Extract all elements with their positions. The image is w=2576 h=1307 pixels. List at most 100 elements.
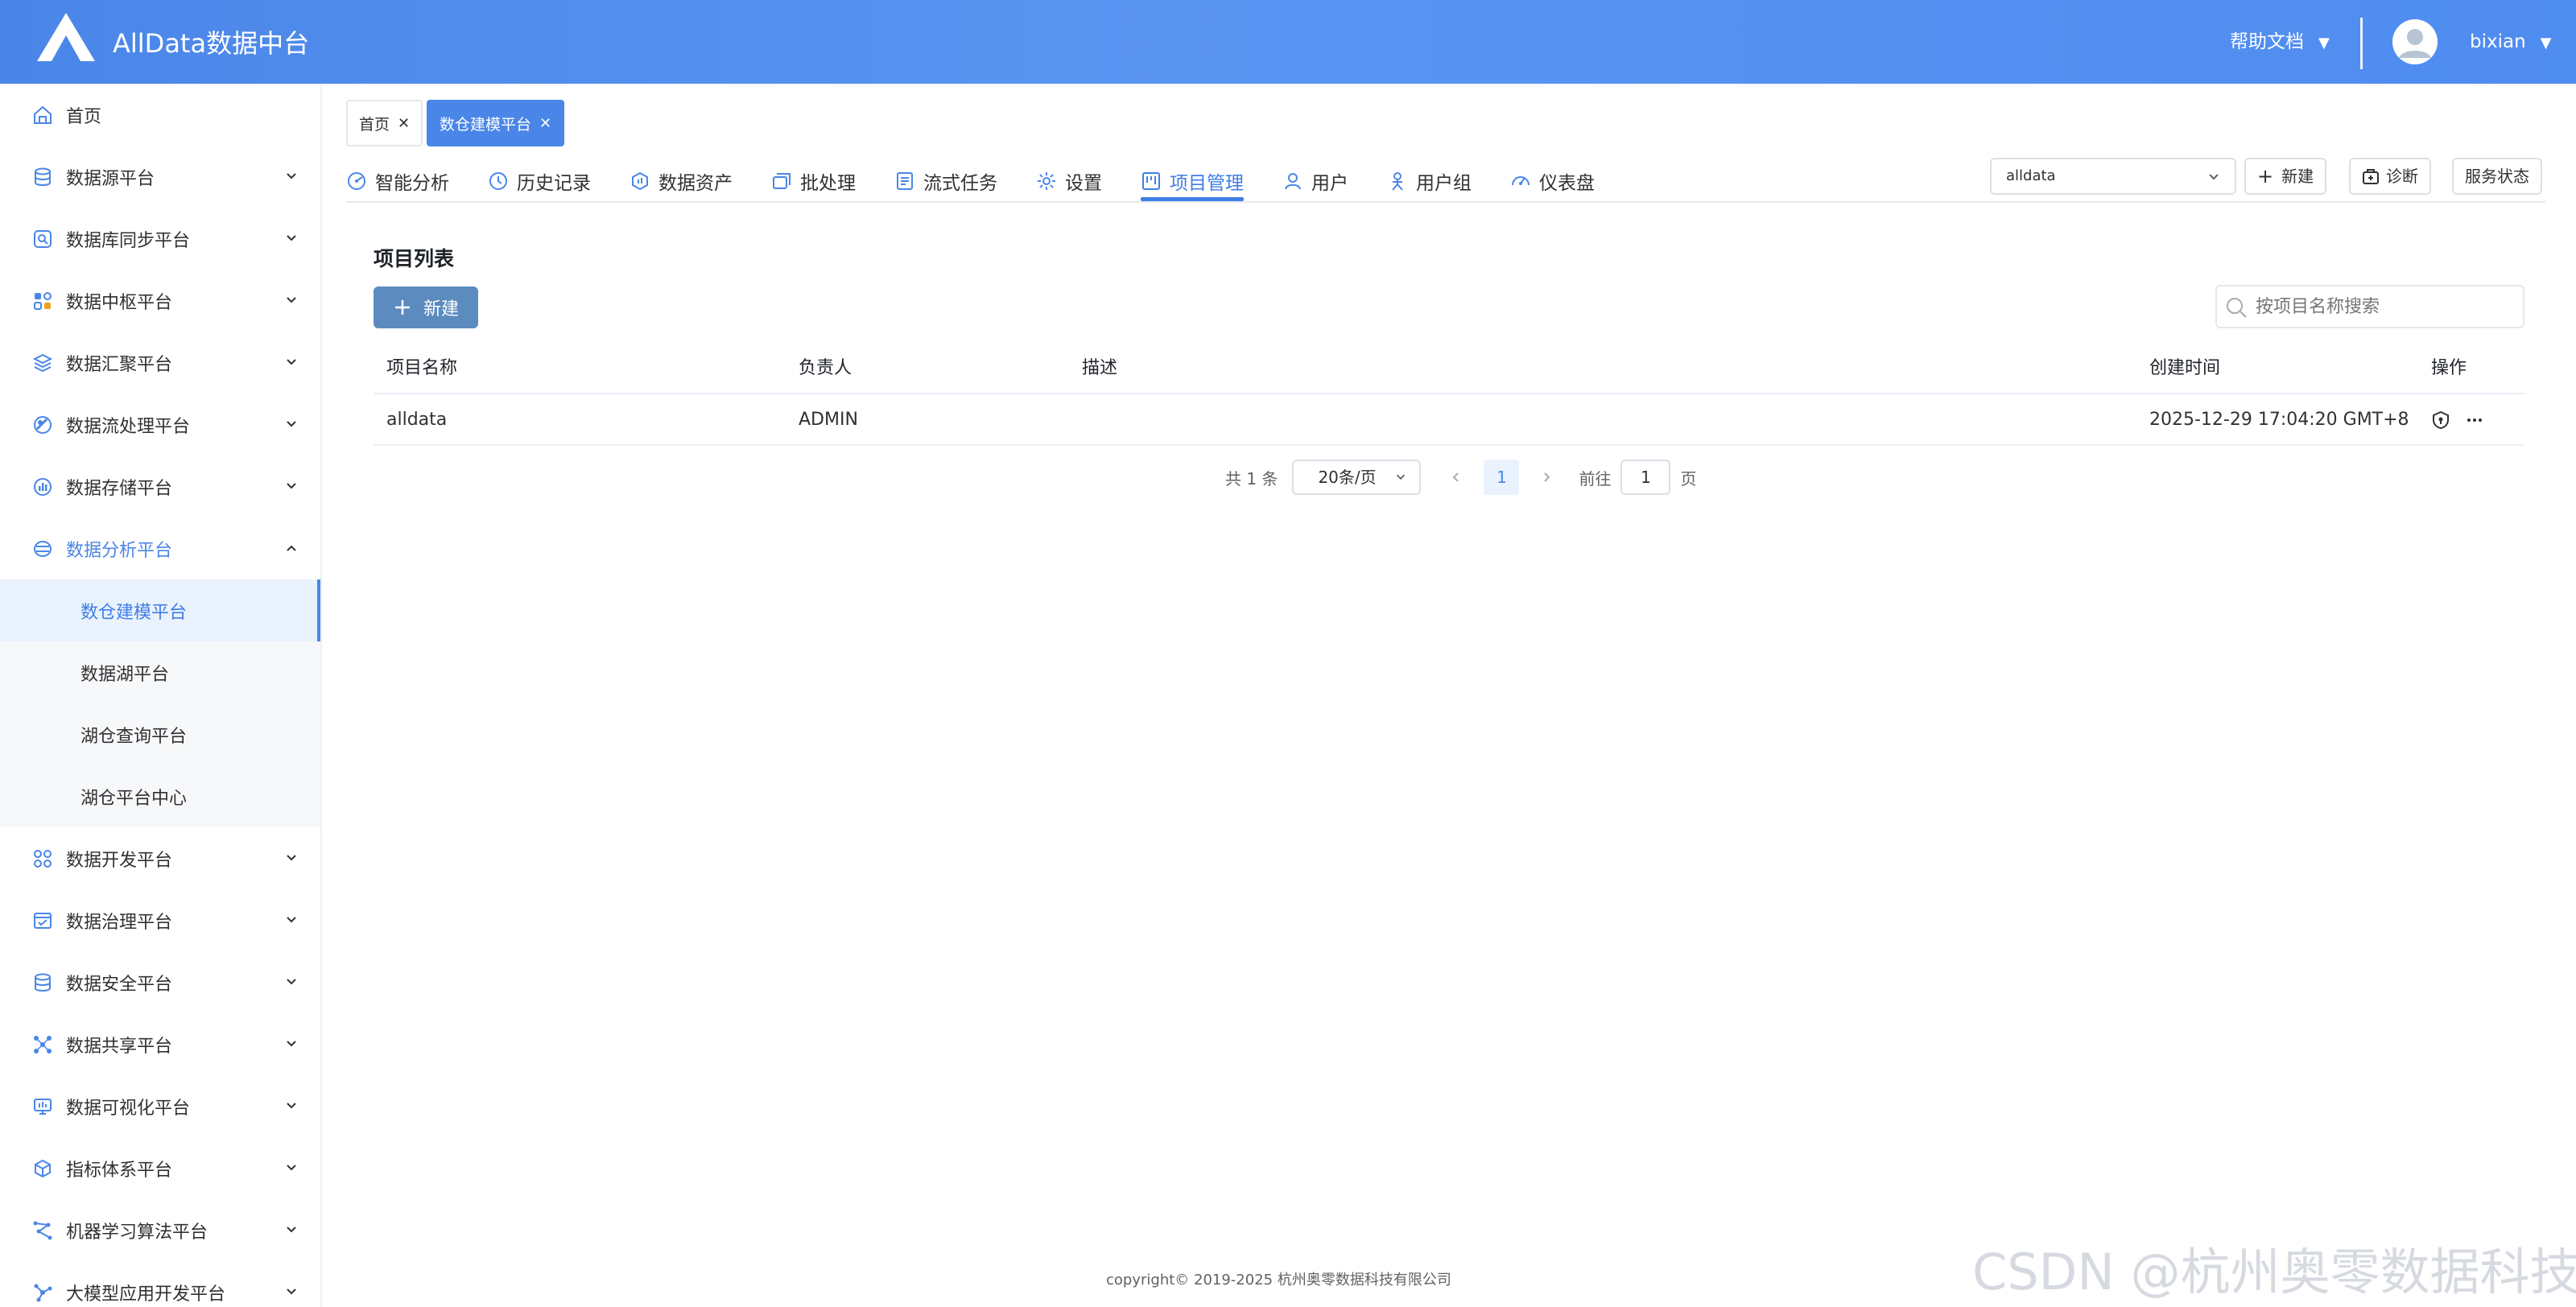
sidebar-item-stream-processing[interactable]: 数据流处理平台 <box>0 394 320 456</box>
sidebar-item-label: 数据流处理平台 <box>66 416 191 437</box>
sidebar-item-datasource[interactable]: 数据源平台 <box>0 146 320 208</box>
tag-dw-modeling[interactable]: 数仓建模平台 ✕ <box>427 100 565 146</box>
tab-project-management[interactable]: 项目管理 <box>1141 163 1244 201</box>
project-select[interactable]: alldata <box>1990 158 2236 195</box>
chevron-right-icon <box>1544 472 1550 482</box>
pagination-total: 共 1 条 <box>1225 468 1278 489</box>
tab-stream-tasks[interactable]: 流式任务 <box>894 163 997 200</box>
tab-batch[interactable]: 批处理 <box>771 163 856 200</box>
project-search-input[interactable] <box>2215 285 2524 328</box>
chevron-down-icon <box>1397 474 1406 480</box>
batch-icon <box>773 173 791 189</box>
chevron-down-icon <box>2209 174 2219 180</box>
history-icon <box>489 172 507 190</box>
sidebar-item-data-analysis[interactable]: 数据分析平台 <box>0 517 320 579</box>
user-menu[interactable]: bixian ▼ <box>2470 29 2552 56</box>
sidebar-subitem-lakehouse-center[interactable]: 湖仓平台中心 <box>0 765 320 827</box>
caret-down-icon: ▼ <box>2540 35 2552 52</box>
sidebar-item-data-visualization[interactable]: 数据可视化平台 <box>0 1075 320 1137</box>
column-header-description: 描述 <box>1082 358 1118 378</box>
sidebar-subitem-dw-modeling[interactable]: 数仓建模平台 <box>0 579 320 641</box>
page-size-select[interactable]: 20条/页 <box>1292 460 1422 495</box>
table-header: 项目名称 负责人 描述 创建时间 操作 <box>374 343 2524 394</box>
sidebar-item-label: 机器学习算法平台 <box>66 1222 208 1243</box>
sidebar-item-machine-learning[interactable]: 机器学习算法平台 <box>0 1199 320 1261</box>
user-group-icon <box>1392 172 1403 191</box>
service-status-button[interactable]: 服务状态 <box>2452 158 2542 195</box>
tab-dashboard[interactable]: 仪表盘 <box>1510 163 1595 200</box>
database-icon <box>31 165 55 189</box>
sidebar-item-label: 数据存储平台 <box>66 478 173 499</box>
security-icon <box>31 971 55 995</box>
diagnose-icon <box>2363 169 2379 184</box>
sidebar-item-data-governance[interactable]: 数据治理平台 <box>0 889 320 951</box>
dashboard-icon <box>1512 176 1530 186</box>
sidebar-item-data-dev[interactable]: 数据开发平台 <box>0 827 320 889</box>
tag-label: 首页 <box>359 115 390 134</box>
prev-page-button[interactable] <box>1440 461 1472 493</box>
page-number[interactable]: 1 <box>1484 460 1520 495</box>
cell-owner: ADMIN <box>799 410 858 430</box>
module-tabs: 智能分析 历史记录 数据资产 批处理 流式任务 设置 项目管理 用户 用户组 仪… <box>346 163 1633 201</box>
next-page-button[interactable] <box>1530 461 1563 493</box>
diagnose-button[interactable]: 诊断 <box>2349 158 2431 195</box>
goto-label: 前往 <box>1579 468 1612 489</box>
chevron-down-icon <box>287 297 296 303</box>
page-size-value: 20条/页 <box>1318 468 1377 487</box>
tab-user-groups[interactable]: 用户组 <box>1387 163 1472 200</box>
shield-icon[interactable] <box>2431 410 2450 430</box>
toolbar-new-button[interactable]: + 新建 <box>2244 158 2327 195</box>
sidebar-item-data-aggregation[interactable]: 数据汇聚平台 <box>0 332 320 394</box>
sidebar-item-llm-app-dev[interactable]: 大模型应用开发平台 <box>0 1261 320 1307</box>
avatar[interactable] <box>2392 19 2438 64</box>
close-icon[interactable]: ✕ <box>539 115 551 132</box>
tab-users[interactable]: 用户 <box>1282 163 1348 200</box>
sidebar-item-data-sharing[interactable]: 数据共享平台 <box>0 1013 320 1075</box>
column-header-owner: 负责人 <box>799 358 852 378</box>
sidebar-item-db-sync[interactable]: 数据库同步平台 <box>0 208 320 270</box>
service-status-label: 服务状态 <box>2465 167 2529 186</box>
alldata-logo-icon[interactable] <box>35 11 97 63</box>
sidebar-subitem-lakehouse-query[interactable]: 湖仓查询平台 <box>0 703 320 765</box>
sidebar-item-data-storage[interactable]: 数据存储平台 <box>0 456 320 517</box>
chevron-down-icon <box>287 1288 296 1295</box>
cell-created-time: 2025-12-29 17:04:20 GMT+8 <box>2149 410 2409 430</box>
header-divider <box>2360 18 2363 69</box>
plus-icon: + <box>2257 165 2274 188</box>
sidebar-item-label: 数据汇聚平台 <box>66 354 173 375</box>
section-title: 项目列表 <box>374 247 455 270</box>
add-project-label: 新建 <box>423 299 459 320</box>
tab-history[interactable]: 历史记录 <box>488 163 591 200</box>
copyright: copyright© 2019-2025 杭州奥零数据科技有限公司 <box>1106 1272 1451 1288</box>
home-icon <box>31 103 55 127</box>
tab-label: 数据资产 <box>658 173 733 194</box>
top-header: AllData数据中台 帮助文档 ▼ bixian ▼ <box>0 0 2576 84</box>
tab-label: 设置 <box>1065 173 1102 194</box>
tab-label: 用户 <box>1311 173 1348 194</box>
more-icon[interactable] <box>2465 410 2484 430</box>
plus-icon <box>394 300 410 315</box>
help-docs-menu[interactable]: 帮助文档 ▼ <box>2230 29 2330 56</box>
tab-settings[interactable]: 设置 <box>1036 163 1102 200</box>
table-row[interactable]: alldata ADMIN 2025-12-29 17:04:20 GMT+8 <box>374 394 2524 446</box>
close-icon[interactable]: ✕ <box>398 115 410 132</box>
chevron-down-icon <box>287 917 296 923</box>
chevron-down-icon <box>287 483 296 489</box>
stream-task-icon <box>897 172 913 190</box>
sidebar-item-label: 指标体系平台 <box>66 1160 173 1181</box>
sidebar-item-data-hub[interactable]: 数据中枢平台 <box>0 270 320 332</box>
tag-home[interactable]: 首页 ✕ <box>346 100 423 146</box>
sync-icon <box>31 227 55 251</box>
sidebar-subitem-data-lake[interactable]: 数据湖平台 <box>0 641 320 703</box>
sidebar-item-metrics-system[interactable]: 指标体系平台 <box>0 1137 320 1199</box>
tab-data-assets[interactable]: 数据资产 <box>630 163 733 200</box>
storage-icon <box>31 475 55 499</box>
sidebar-item-home[interactable]: 首页 <box>0 84 320 146</box>
cell-project-name[interactable]: alldata <box>386 394 447 446</box>
chevron-down-icon <box>287 979 296 985</box>
goto-page-input[interactable]: 1 <box>1620 460 1671 495</box>
sidebar-item-data-security[interactable]: 数据安全平台 <box>0 951 320 1013</box>
tab-smart-analysis[interactable]: 智能分析 <box>346 163 449 200</box>
add-project-button[interactable]: 新建 <box>374 287 478 328</box>
sidebar-item-label: 数据安全平台 <box>66 974 173 995</box>
